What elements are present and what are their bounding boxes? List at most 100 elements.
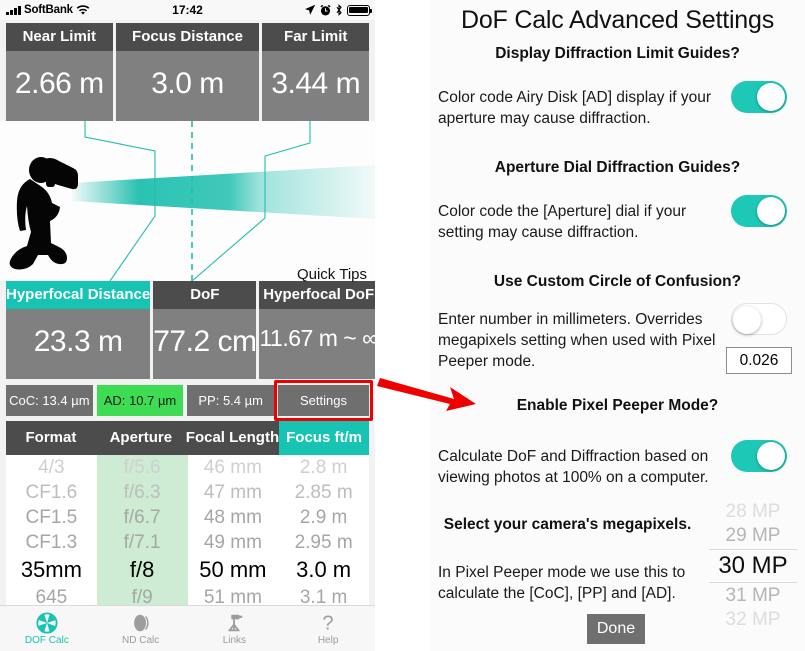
near-limit-card: Near Limit 2.66 m	[6, 23, 113, 121]
screenshot-root: SoftBank 17:42 Near Limit 2.66 m Focus D…	[0, 0, 805, 651]
wheel-item: f/5.6	[123, 457, 161, 478]
mp-wheel-item: 29 MP	[725, 525, 781, 546]
mp-wheel-item: 31 MP	[725, 585, 781, 606]
far-limit-title: Far Limit	[262, 23, 369, 51]
toggle-knob	[757, 197, 785, 225]
location-arrow-icon	[305, 4, 316, 15]
wheel-item: 2.95 m	[294, 532, 353, 553]
ios-status-bar: SoftBank 17:42	[0, 0, 375, 20]
mp-wheel-line	[709, 549, 797, 550]
wheel-selected-focal-length: 50 mm	[199, 557, 267, 582]
mp-wheel-item: 32 MP	[725, 609, 781, 630]
wheel-item: 46 mm	[203, 457, 262, 478]
wheel-selected-aperture: f/8	[129, 557, 155, 582]
tab-nd-calc[interactable]: ND Calc	[94, 606, 188, 651]
toggle-enable-pixel-peeper-mode[interactable]	[731, 440, 787, 472]
wheel-item: f/7.1	[123, 532, 161, 553]
focus-distance-value: 3.0 m	[151, 67, 224, 100]
megapixels-picker-wheel[interactable]: 28 MP 29 MP 30 MP 31 MP 32 MP	[707, 500, 799, 632]
near-limit-value: 2.66 m	[14, 67, 104, 100]
dof-card: DoF 77.2 cm	[153, 281, 257, 379]
custom-coc-input[interactable]: 0.026	[726, 347, 792, 374]
hyperfocal-distance-card: Hyperfocal Distance 23.3 m	[6, 281, 151, 379]
tab-label: ND Calc	[122, 634, 160, 646]
depth-of-field-diagram: Quick Tips	[0, 121, 375, 283]
toggle-knob	[757, 83, 785, 111]
coc-chip: CoC: 13.4 µm	[6, 385, 93, 416]
tab-label: DOF Calc	[24, 634, 69, 646]
svg-text:?: ?	[323, 612, 334, 634]
hyperfocal-distance-title: Hyperfocal Distance	[6, 281, 151, 309]
wheel-item: 2.8 m	[299, 457, 348, 478]
question-mark-icon: ?	[323, 612, 334, 634]
top-readout-cards: Near Limit 2.66 m Focus Distance 3.0 m F…	[0, 20, 375, 121]
far-limit-value: 3.44 m	[271, 67, 361, 100]
dof-diagram-svg	[9, 121, 375, 282]
status-bar-right	[304, 4, 373, 16]
pixel-pitch-chip: PP: 5.4 µm	[187, 385, 275, 416]
tab-aperture[interactable]: Aperture	[96, 421, 186, 455]
alarm-clock-icon	[320, 4, 331, 15]
section-heading-diffraction-limit: Display Diffraction Limit Guides?	[495, 45, 740, 62]
red-pointer-arrow	[377, 378, 476, 411]
done-button[interactable]: Done	[587, 614, 645, 644]
tab-dof-calc[interactable]: DOF Calc	[0, 606, 94, 651]
section-description-aperture-dial: Color code the [Aperture] dial if your s…	[438, 203, 687, 241]
nd-filter-icon	[133, 614, 149, 631]
toggle-use-custom-circle-of-confusion[interactable]	[731, 303, 787, 335]
section-heading-pixel-peeper: Enable Pixel Peeper Mode?	[516, 397, 719, 414]
bottom-tab-bar: DOF Calc ND Calc Links ? Help	[0, 605, 375, 651]
bluetooth-icon	[336, 4, 342, 16]
picker-wheels: 4/3 CF1.6 CF1.5 CF1.3 35mm 645 6x6 6x7 6…	[6, 455, 369, 610]
hyperfocal-dof-card: Hyperfocal DoF 11.67 m ~ ∞	[259, 281, 375, 379]
quick-tips-label[interactable]: Quick Tips	[297, 266, 367, 283]
wheel-item: 2.9 m	[299, 507, 348, 528]
wheel-item: 47 mm	[203, 482, 262, 503]
tab-help[interactable]: ? Help	[281, 606, 375, 651]
toggle-display-diffraction-limit-guides[interactable]	[731, 81, 787, 113]
tripod-camera-icon	[228, 614, 243, 631]
section-description-pixel-peeper: Calculate DoF and Diffraction based on v…	[438, 448, 709, 486]
mp-wheel-line	[709, 582, 797, 583]
wheel-item: CF1.6	[25, 482, 78, 503]
dof-calc-app-panel: SoftBank 17:42 Near Limit 2.66 m Focus D…	[0, 0, 375, 651]
section-row-diffraction-limit: Color code Airy Disk [AD] display if you…	[430, 81, 805, 137]
hyperfocal-distance-value: 23.3 m	[33, 325, 123, 358]
wheel-focal-length[interactable]: 46 mm 47 mm 48 mm 49 mm 50 mm 51 mm 52 m…	[188, 455, 279, 610]
picker-segmented-control: Format Aperture Focal Length Focus ft/m	[6, 421, 370, 455]
focus-distance-title: Focus Distance	[115, 23, 260, 51]
wheel-format[interactable]: 4/3 CF1.6 CF1.5 CF1.3 35mm 645 6x6 6x7 6…	[6, 455, 97, 610]
far-limit-card: Far Limit 3.44 m	[262, 23, 369, 121]
tab-format[interactable]: Format	[6, 421, 96, 455]
settings-button[interactable]: Settings	[278, 385, 370, 416]
dof-title: DoF	[153, 281, 257, 309]
wheel-item: 4/3	[38, 457, 65, 478]
mp-wheel-selected: 30 MP	[718, 552, 788, 579]
toggle-knob	[757, 442, 785, 470]
section-heading-aperture-dial: Aperture Dial Diffraction Guides?	[494, 159, 741, 176]
wheel-item: f/6.3	[123, 482, 161, 503]
hyperfocal-readout-cards: Hyperfocal Distance 23.3 m DoF 77.2 cm H…	[0, 281, 375, 379]
stat-chips-row: CoC: 13.4 µm AD: 10.7 µm PP: 5.4 µm Sett…	[0, 379, 375, 421]
wheel-focus-distance[interactable]: 2.8 m 2.85 m 2.9 m 2.95 m 3.0 m 3.1 m 3.…	[278, 455, 369, 610]
tab-label: Help	[317, 634, 339, 646]
toggle-aperture-dial-diffraction-guides[interactable]	[731, 195, 787, 227]
tab-focal-length[interactable]: Focal Length	[186, 421, 279, 455]
settings-button-wrapper: Settings	[274, 380, 374, 421]
wheel-item: 48 mm	[203, 507, 262, 528]
wheel-item: 2.85 m	[294, 482, 353, 503]
wheel-item: f/6.7	[123, 507, 161, 528]
wheel-aperture[interactable]: f/5.6 f/6.3 f/6.7 f/7.1 f/8 f/9 f/9.5 f/…	[96, 455, 188, 610]
section-description-diffraction-limit: Color code Airy Disk [AD] display if you…	[438, 89, 712, 127]
near-limit-title: Near Limit	[6, 23, 113, 51]
airy-disk-chip: AD: 10.7 µm	[96, 385, 184, 416]
wheel-item: 49 mm	[203, 532, 262, 553]
section-heading-custom-coc: Use Custom Circle of Confusion?	[493, 273, 742, 290]
tab-links[interactable]: Links	[188, 606, 282, 651]
hyperfocal-dof-title: Hyperfocal DoF	[259, 281, 375, 309]
focus-distance-card: Focus Distance 3.0 m	[115, 23, 260, 121]
photographer-silhouette-icon	[9, 157, 78, 270]
tab-focus-ftm[interactable]: Focus ft/m	[279, 421, 370, 455]
tab-label: Links	[222, 634, 247, 646]
wheel-item: CF1.5	[25, 507, 78, 528]
